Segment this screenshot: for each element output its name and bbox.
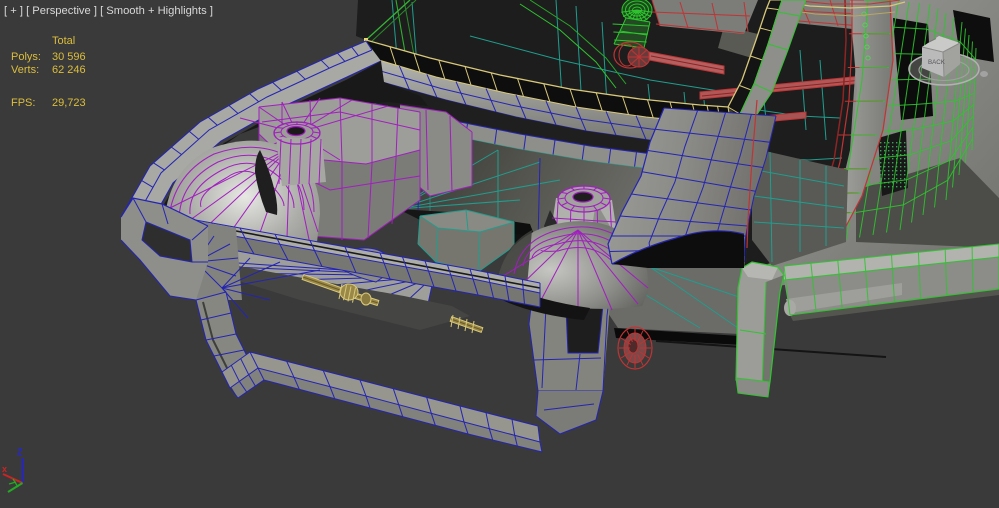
svg-text:BACK: BACK bbox=[928, 59, 946, 66]
svg-text:62 246: 62 246 bbox=[52, 64, 86, 76]
svg-text:Verts:: Verts: bbox=[11, 64, 39, 76]
svg-text:Polys:: Polys: bbox=[11, 51, 41, 63]
svg-text:Z: Z bbox=[17, 447, 23, 457]
svg-text:x: x bbox=[2, 464, 7, 474]
svg-text:Total: Total bbox=[52, 35, 75, 47]
svg-text:30 596: 30 596 bbox=[52, 51, 86, 63]
svg-text:FPS:: FPS: bbox=[11, 97, 35, 109]
svg-text:[ + ] [ Perspective ] [ Smooth: [ + ] [ Perspective ] [ Smooth + Highlig… bbox=[4, 5, 213, 17]
svg-text:29,723: 29,723 bbox=[52, 97, 86, 109]
